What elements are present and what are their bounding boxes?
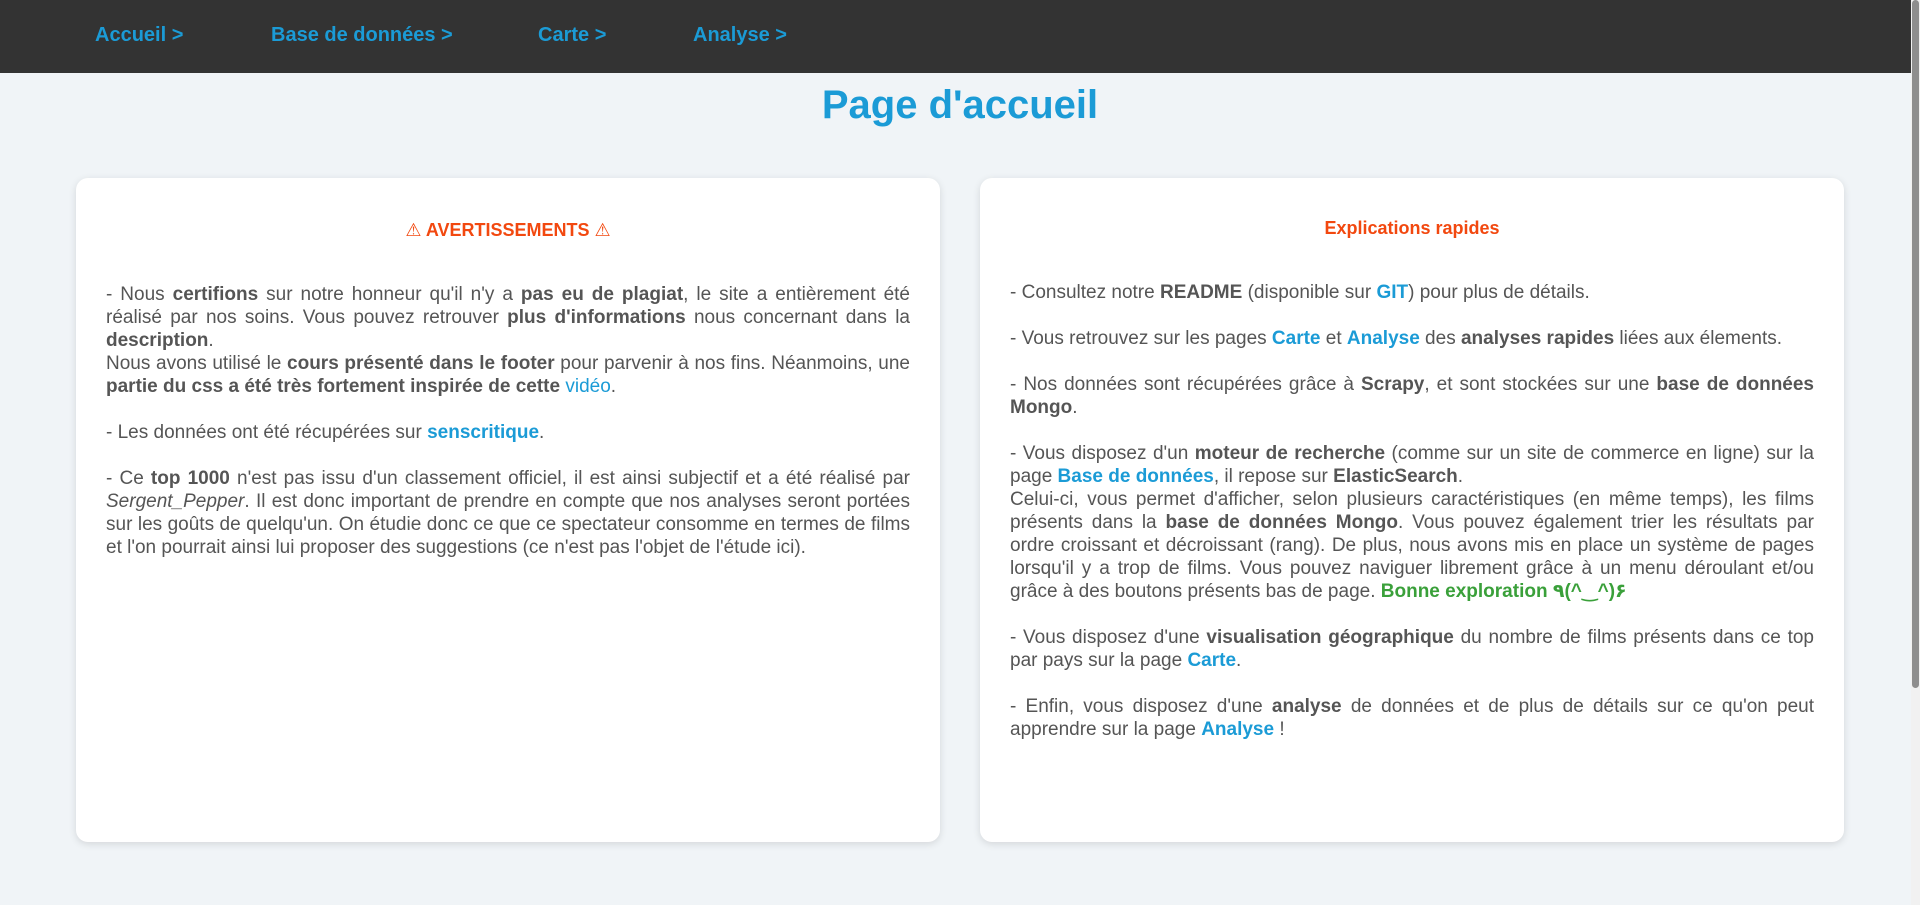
text: . <box>1236 650 1242 671</box>
text-bold: analyses rapides <box>1460 328 1615 349</box>
text: - Nous <box>106 284 173 305</box>
explanations-paragraph-geo: - Vous disposez d'une visualisation géog… <box>1010 626 1814 672</box>
text-bold: certifions <box>172 284 259 305</box>
text: n'est pas issu d'un classement officiel,… <box>229 468 910 489</box>
text: , il repose sur <box>1213 466 1334 487</box>
page-title: Page d'accueil <box>821 83 1099 127</box>
text: et <box>1320 328 1347 349</box>
text: . <box>1072 397 1078 418</box>
text-bold: ElasticSearch <box>1333 466 1458 487</box>
senscritique-link[interactable]: senscritique <box>427 422 539 443</box>
video-link[interactable]: vidéo <box>565 376 610 397</box>
analyse-link[interactable]: Analyse <box>1347 328 1420 349</box>
text: Nous avons utilisé le <box>106 353 288 374</box>
explanations-paragraph-search: - Vous disposez d'un moteur de recherche… <box>1010 442 1814 603</box>
text: . <box>539 422 545 443</box>
explanations-paragraph-pages: - Vous retrouvez sur les pages Carte et … <box>1010 327 1814 350</box>
text: des <box>1419 328 1461 349</box>
analyse-page-link[interactable]: Analyse <box>1201 719 1274 740</box>
warnings-paragraph-top1000: - Ce top 1000 n'est pas issu d'un classe… <box>106 467 910 559</box>
warnings-title: ⚠ AVERTISSEMENTS ⚠ <box>405 220 611 240</box>
explanations-paragraph-scrapy: - Nos données sont récupérées grâce à Sc… <box>1010 373 1814 419</box>
text: . <box>208 330 214 351</box>
text: sur notre honneur qu'il n'y a <box>258 284 521 305</box>
git-link[interactable]: GIT <box>1376 282 1408 303</box>
nav-link-accueil[interactable]: Accueil > <box>95 24 183 47</box>
text-bold: cours présenté dans le footer <box>287 353 555 374</box>
text: ) pour plus de détails. <box>1408 282 1590 303</box>
nav-link-analyse[interactable]: Analyse > <box>693 24 787 47</box>
text: - Ce <box>106 468 151 489</box>
explanations-title: Explications rapides <box>1324 218 1500 238</box>
warnings-paragraph-source: - Les données ont été récupérées sur sen… <box>106 421 910 444</box>
text-bold: top 1000 <box>150 468 230 489</box>
warnings-paragraph-plagiarism: - Nous certifions sur notre honneur qu'i… <box>106 283 910 398</box>
text-bold: partie du css a été très fortement inspi… <box>106 376 561 397</box>
text: - Enfin, vous disposez d'une <box>1010 696 1272 717</box>
text: (disponible sur <box>1242 282 1377 303</box>
base-de-donnees-link[interactable]: Base de données <box>1058 466 1214 487</box>
text: - Consultez notre <box>1010 282 1160 303</box>
text: . <box>610 376 617 397</box>
explanations-paragraph-readme: - Consultez notre README (disponible sur… <box>1010 281 1814 304</box>
text: - Les données ont été récupérées sur <box>106 422 428 443</box>
top-navbar: Accueil > Base de données > Carte > Anal… <box>0 0 1920 73</box>
bonne-exploration-text: Bonne exploration ٩(^‿^)۶ <box>1380 581 1627 602</box>
text-bold: pas eu de plagiat <box>520 284 684 305</box>
text-bold: analyse <box>1271 696 1342 717</box>
explanations-paragraph-analysis: - Enfin, vous disposez d'une analyse de … <box>1010 695 1814 741</box>
carte-link[interactable]: Carte <box>1272 328 1321 349</box>
explanations-card: Explications rapides - Consultez notre R… <box>980 178 1844 842</box>
warnings-card: ⚠ AVERTISSEMENTS ⚠ - Nous certifions sur… <box>76 178 940 842</box>
nav-link-carte[interactable]: Carte > <box>538 24 606 47</box>
carte-page-link[interactable]: Carte <box>1187 650 1236 671</box>
text: . <box>1457 466 1464 487</box>
text-bold: description <box>106 330 209 351</box>
text: - Vous retrouvez sur les pages <box>1010 328 1272 349</box>
text: liées aux élements. <box>1614 328 1783 349</box>
text-bold: README <box>1159 282 1243 303</box>
text: , et sont stockées sur une <box>1424 374 1657 395</box>
text-bold: moteur de recherche <box>1194 443 1386 464</box>
text: ! <box>1274 719 1285 740</box>
nav-link-base-de-donnees[interactable]: Base de données > <box>271 24 453 47</box>
text-bold: visualisation géographique <box>1206 627 1454 648</box>
text: - Nos données sont récupérées grâce à <box>1010 374 1361 395</box>
text-bold: Scrapy <box>1361 374 1425 395</box>
text-bold: plus d'informations <box>507 307 686 328</box>
text: - Vous disposez d'une <box>1010 627 1207 648</box>
text: pour parvenir à nos fins. Néanmoins, une <box>554 353 910 374</box>
text-italic: Sergent_Pepper <box>106 491 245 512</box>
text: nous concernant dans la <box>685 307 910 328</box>
page-scrollbar[interactable] <box>1911 0 1920 905</box>
text-bold: base de données Mongo <box>1165 512 1399 533</box>
text: - Vous disposez d'un <box>1010 443 1195 464</box>
